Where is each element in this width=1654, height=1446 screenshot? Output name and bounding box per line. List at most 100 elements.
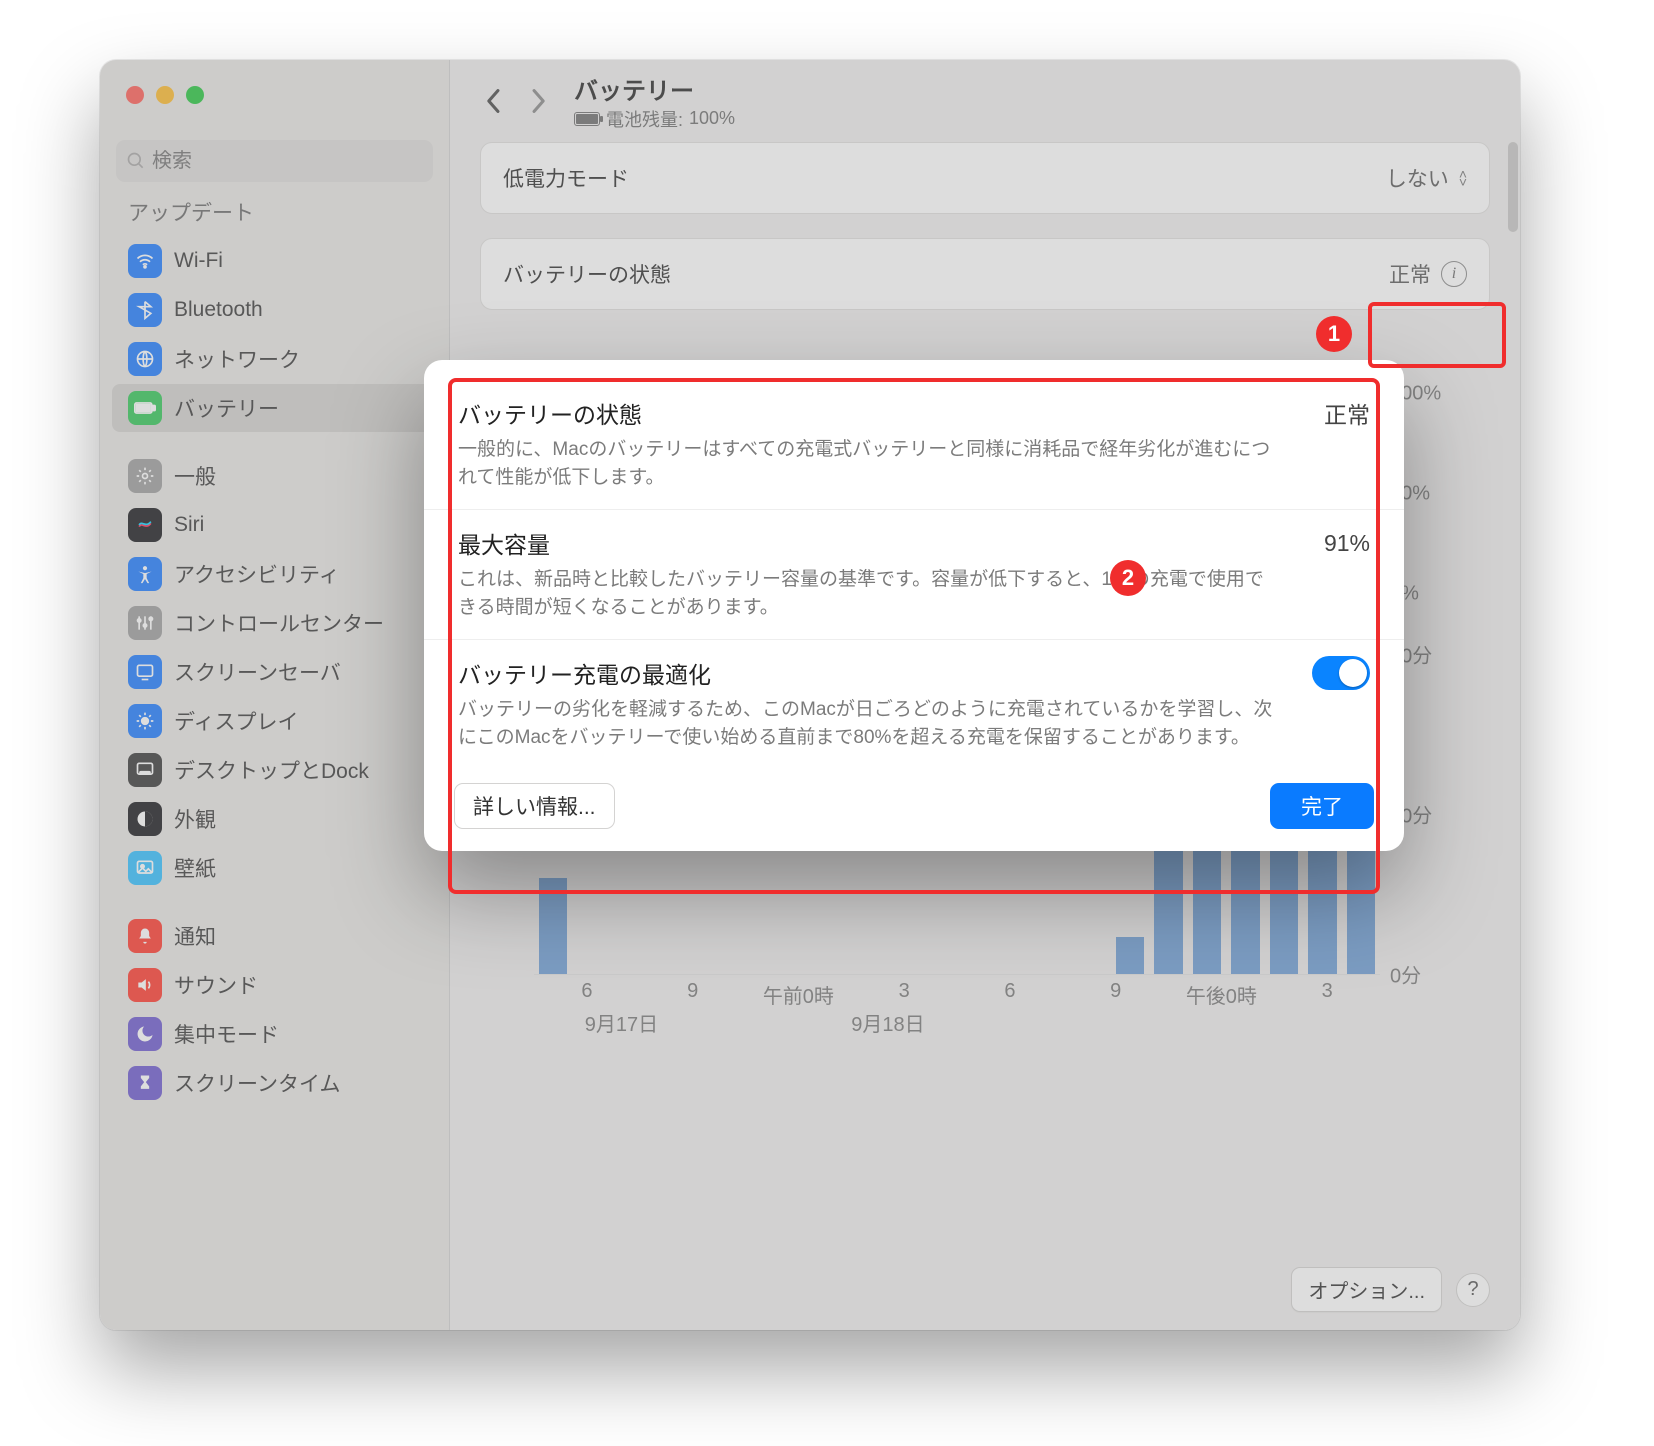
sidebar-item-label: ディスプレイ [174, 706, 299, 736]
bell-icon [128, 919, 162, 953]
xtick-sub: 9月17日 [585, 1008, 658, 1037]
screen-icon [128, 655, 162, 689]
sidebar-list: アップデート Wi-Fi Bluetooth ネットワークバッテリー一般 Siri アク… [100, 194, 449, 1330]
sidebar-item-label: コントロールセンター [174, 608, 384, 638]
sidebar-item-desktop[interactable]: デスクトップとDock [112, 746, 437, 794]
sidebar-item-siri[interactable]: Siri [112, 501, 437, 549]
forward-button[interactable] [516, 79, 560, 123]
low-power-row[interactable]: 低電力モード しない ˄˅ [481, 143, 1489, 213]
sidebar-item-sound[interactable]: サウンド [112, 961, 437, 1009]
sidebar-item-acc[interactable]: アクセシビリティ [112, 550, 437, 598]
sidebar-item-globe[interactable]: ネットワーク [112, 335, 437, 383]
battery-icon [574, 112, 600, 126]
footer: オプション... ? [1291, 1267, 1490, 1312]
chevron-right-icon [529, 88, 547, 114]
acc-icon [128, 557, 162, 591]
page-title: バッテリー [574, 71, 735, 106]
moon-icon [128, 1017, 162, 1051]
ytick: 30分 [1390, 800, 1490, 829]
usage-bar [539, 878, 567, 974]
row-label: バッテリーの状態 [503, 259, 671, 289]
more-info-button[interactable]: 詳しい情報... [454, 783, 615, 829]
header: バッテリー 電池残量: 100% [450, 60, 1520, 142]
dialog-health-desc: 一般的に、Macのバッテリーはすべての充電式バッテリーと同様に消耗品で経年劣化が… [458, 436, 1278, 491]
sidebar-item-truncated[interactable]: アップデート [112, 194, 437, 236]
dialog-capacity-title: 最大容量 [458, 526, 550, 560]
dialog-optimize-desc: バッテリーの劣化を軽減するため、このMacが日ごろどのように充電されているかを学… [458, 696, 1278, 751]
wifi-icon [128, 244, 162, 278]
sidebar-item-bell[interactable]: 通知 [112, 912, 437, 960]
updown-icon: ˄˅ [1459, 170, 1467, 186]
sidebar-item-screen[interactable]: スクリーンセーバ [112, 648, 437, 696]
sidebar-item-label: Wi-Fi [174, 249, 223, 273]
globe-icon [128, 342, 162, 376]
dialog-row-optimize: バッテリー充電の最適化 バッテリーの劣化を軽減するため、このMacが日ごろどのよ… [424, 640, 1404, 769]
sidebar-item-label: バッテリー [174, 393, 279, 423]
sidebar-item-label: アクセシビリティ [174, 559, 340, 589]
sidebar-item-label: Bluetooth [174, 298, 263, 322]
xtick-sub: 9月18日 [851, 1008, 924, 1037]
back-button[interactable] [472, 79, 516, 123]
sidebar-item-gear[interactable]: 一般 [112, 452, 437, 500]
minimize-window-button[interactable] [156, 86, 174, 104]
close-window-button[interactable] [126, 86, 144, 104]
search-icon [126, 151, 146, 171]
sidebar-item-label: Siri [174, 513, 204, 537]
info-icon[interactable]: i [1441, 261, 1467, 287]
help-button[interactable]: ? [1456, 1273, 1490, 1307]
bluetooth-icon [128, 293, 162, 327]
battery-health-card: バッテリーの状態 正常 i [480, 238, 1490, 310]
sidebar-item-label: スクリーンタイム [174, 1068, 341, 1098]
dialog-row-health: バッテリーの状態 正常 一般的に、Macのバッテリーはすべての充電式バッテリーと… [424, 380, 1404, 510]
sidebar-item-label: 一般 [174, 461, 216, 491]
battery-health-value[interactable]: 正常 i [1389, 259, 1467, 289]
sidebar-item-label: デスクトップとDock [174, 755, 369, 785]
battery-health-dialog: バッテリーの状態 正常 一般的に、Macのバッテリーはすべての充電式バッテリーと… [424, 360, 1404, 851]
wallpaper-icon [128, 851, 162, 885]
sidebar-item-wifi[interactable]: Wi-Fi [112, 237, 437, 285]
row-label: 低電力モード [503, 163, 629, 193]
sliders-icon [128, 606, 162, 640]
sidebar-item-sun[interactable]: ディスプレイ [112, 697, 437, 745]
sound-icon [128, 968, 162, 1002]
xtick: 6 [1004, 980, 1015, 1003]
dialog-capacity-desc: これは、新品時と比較したバッテリー容量の基準です。容量が低下すると、1回の充電で… [458, 566, 1278, 621]
sidebar-item-appearance[interactable]: 外観 [112, 795, 437, 843]
dialog-health-title: バッテリーの状態 [458, 396, 642, 430]
sidebar-item-bluetooth[interactable]: Bluetooth [112, 286, 437, 334]
sidebar-item-label: 集中モード [174, 1019, 279, 1049]
window-controls [126, 86, 204, 104]
chevron-left-icon [485, 88, 503, 114]
sidebar-item-hourglass[interactable]: スクリーンタイム [112, 1059, 437, 1107]
search-input[interactable] [152, 150, 423, 173]
xtick: 9 [687, 980, 698, 1003]
search-field[interactable] [116, 140, 433, 182]
options-button[interactable]: オプション... [1291, 1267, 1442, 1312]
page-subtitle: 電池残量: 100% [574, 106, 735, 132]
xtick: 午後0時 [1186, 980, 1257, 1009]
scrollbar[interactable] [1508, 142, 1518, 232]
sidebar-item-label: サウンド [174, 970, 258, 1000]
sidebar-item-battery[interactable]: バッテリー [112, 384, 437, 432]
sidebar-item-label: ネットワーク [174, 344, 300, 374]
sidebar-item-label: 外観 [174, 804, 216, 834]
dialog-health-value: 正常 [1324, 396, 1370, 430]
ytick: 60分 [1390, 640, 1490, 669]
battery-icon [128, 391, 162, 425]
hourglass-icon [128, 1066, 162, 1100]
sidebar-item-wallpaper[interactable]: 壁紙 [112, 844, 437, 892]
zoom-window-button[interactable] [186, 86, 204, 104]
sidebar-item-label: 壁紙 [174, 853, 216, 883]
usage-bar [1116, 937, 1144, 974]
low-power-card: 低電力モード しない ˄˅ [480, 142, 1490, 214]
low-power-value[interactable]: しない ˄˅ [1386, 163, 1467, 193]
desktop-icon [128, 753, 162, 787]
battery-health-row: バッテリーの状態 正常 i [481, 239, 1489, 309]
siri-icon [128, 508, 162, 542]
sidebar-item-sliders[interactable]: コントロールセンター [112, 599, 437, 647]
sidebar-item-moon[interactable]: 集中モード [112, 1010, 437, 1058]
sun-icon [128, 704, 162, 738]
optimize-toggle[interactable] [1312, 656, 1370, 690]
done-button[interactable]: 完了 [1270, 783, 1374, 829]
xtick: 9 [1110, 980, 1121, 1003]
